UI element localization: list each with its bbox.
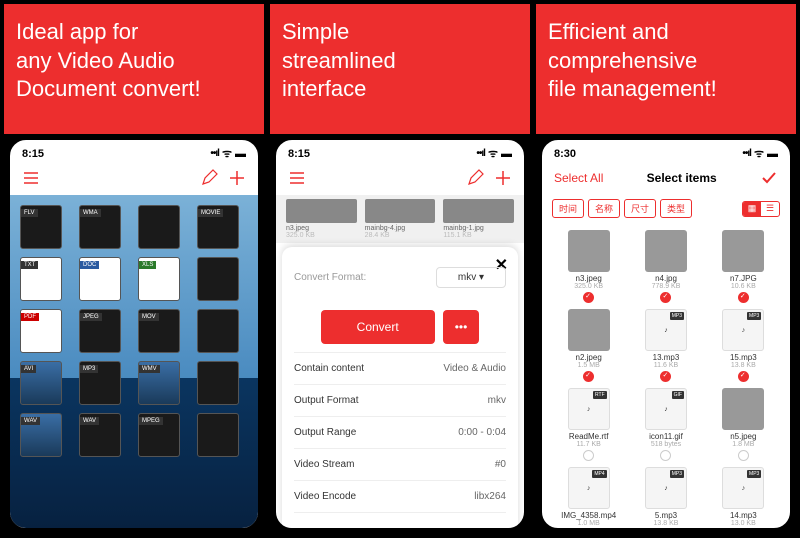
promo-panel-1: Ideal app for any Video Audio Document c… (4, 4, 264, 534)
setting-row[interactable]: Video Stream#0 (294, 449, 506, 481)
toolbar (10, 163, 258, 195)
promo-header-3: Efficient and comprehensive file managem… (536, 4, 796, 134)
sort-pill[interactable]: 时间 (552, 199, 584, 218)
sort-pills: 时间名称尺寸类型 ▦ ☰ (542, 195, 790, 224)
file-item[interactable]: GIF♪icon11.gif518 bytes (629, 388, 702, 461)
edit-icon[interactable] (466, 169, 484, 187)
file-item[interactable]: MP3♪5.mp313.8 KB (629, 467, 702, 528)
more-button[interactable]: ••• (443, 310, 480, 344)
file-item[interactable]: n5.jpeg1.8 MB (707, 388, 780, 461)
selection-bar: Select All Select items (542, 163, 790, 195)
convert-button[interactable]: Convert (321, 310, 435, 344)
select-checkbox[interactable] (660, 292, 671, 303)
sort-pill[interactable]: 名称 (588, 199, 620, 218)
setting-row[interactable]: Video Encodelibx264 (294, 481, 506, 513)
file-type-icon[interactable]: FLV (20, 205, 62, 249)
file-item[interactable]: MP3♪13.mp311.6 KB (629, 309, 702, 382)
select-all-button[interactable]: Select All (554, 171, 603, 185)
promo-panel-2: Simple streamlined interface 8:15 ••ıl ᯤ… (270, 4, 530, 534)
confirm-icon[interactable] (760, 169, 778, 187)
select-checkbox[interactable] (738, 292, 749, 303)
select-checkbox[interactable] (660, 450, 671, 461)
file-type-icon[interactable]: DOC (79, 257, 121, 301)
phone-mock-3: 8:30 ••ıl ᯤ ▬ Select All Select items 时间… (536, 134, 796, 534)
file-type-icon[interactable]: TXT (20, 257, 62, 301)
file-item[interactable]: MP4♪IMG_4358.mp41.0 MB (552, 467, 625, 528)
file-type-icon[interactable] (138, 205, 180, 249)
file-type-icon[interactable] (197, 257, 239, 301)
file-grid[interactable]: n3.jpeg325.0 KBn4.jpg778.9 KBn7.JPG10.6 … (542, 224, 790, 528)
promo-panel-3: Efficient and comprehensive file managem… (536, 4, 796, 534)
file-type-icon[interactable]: WMV (138, 361, 180, 405)
file-type-icon[interactable]: MOV (138, 309, 180, 353)
view-toggle[interactable]: ▦ ☰ (742, 201, 780, 217)
file-type-icon[interactable]: MOVIE (197, 205, 239, 249)
select-checkbox[interactable] (660, 371, 671, 382)
file-type-icon[interactable]: PDF (20, 309, 62, 353)
menu-icon[interactable] (22, 169, 40, 187)
list-view-icon[interactable]: ☰ (761, 202, 779, 216)
clock: 8:15 (22, 148, 44, 160)
menu-icon[interactable] (288, 169, 306, 187)
status-bar: 8:15 ••ıl ᯤ ▬ (276, 140, 524, 163)
file-type-icon[interactable]: WMA (79, 205, 121, 249)
setting-row[interactable]: Output Range0:00 - 0:04 (294, 417, 506, 449)
status-icons: ••ıl ᯤ ▬ (210, 146, 246, 161)
file-item[interactable]: n7.JPG10.6 KB (707, 230, 780, 303)
page-title: Select items (603, 171, 760, 185)
file-type-icon[interactable] (197, 361, 239, 405)
file-item[interactable]: n2.jpeg1.5 MB (552, 309, 625, 382)
format-dropdown[interactable]: mkv ▾ (436, 267, 506, 288)
file-type-icon[interactable]: MPEG (138, 413, 180, 457)
status-icons: ••ıl ᯤ ▬ (476, 146, 512, 161)
thumbnail-item[interactable]: n3.jpeg325.0 KB (286, 199, 357, 239)
promo-header-2: Simple streamlined interface (270, 4, 530, 134)
thumbnail-row: n3.jpeg325.0 KBmainbg-4.jpg28.4 KBmainbg… (276, 195, 524, 243)
file-type-icon[interactable]: AVI (20, 361, 62, 405)
select-checkbox[interactable] (583, 292, 594, 303)
clock: 8:15 (288, 148, 310, 160)
add-icon[interactable] (494, 169, 512, 187)
promo-header-1: Ideal app for any Video Audio Document c… (4, 4, 264, 134)
status-bar: 8:30 ••ıl ᯤ ▬ (542, 140, 790, 163)
status-bar: 8:15 ••ıl ᯤ ▬ (10, 140, 258, 163)
file-type-icon[interactable]: JPEG (79, 309, 121, 353)
file-item[interactable]: MP3♪15.mp313.8 KB (707, 309, 780, 382)
setting-row[interactable]: Output Formatmkv (294, 385, 506, 417)
setting-row[interactable]: Contain contentVideo & Audio (294, 353, 506, 385)
file-grid[interactable]: FLV WMA MOVIE TXT DOC XLS PDF JPEG MOV AVI MP3 WMV W… (10, 195, 258, 528)
thumbnail-item[interactable]: mainbg-1.jpg115.1 KB (443, 199, 514, 239)
sort-pill[interactable]: 类型 (660, 199, 692, 218)
convert-format-label: Convert Format: (294, 272, 366, 283)
phone-mock-2: 8:15 ••ıl ᯤ ▬ n3.jpeg325.0 KBmainbg-4.jp… (270, 134, 530, 534)
toolbar (276, 163, 524, 195)
file-item[interactable]: n4.jpg778.9 KB (629, 230, 702, 303)
add-icon[interactable] (228, 169, 246, 187)
convert-sheet: ✕ Convert Format: mkv ▾ Convert ••• Cont… (282, 247, 518, 528)
file-item[interactable]: RTF♪ReadMe.rtf11.7 KB (552, 388, 625, 461)
thumbnail-item[interactable]: mainbg-4.jpg28.4 KB (365, 199, 436, 239)
select-checkbox[interactable] (738, 450, 749, 461)
file-item[interactable]: n3.jpeg325.0 KB (552, 230, 625, 303)
select-checkbox[interactable] (583, 371, 594, 382)
file-type-icon[interactable]: WAV (20, 413, 62, 457)
grid-view-icon[interactable]: ▦ (743, 202, 761, 216)
phone-mock-1: 8:15 ••ıl ᯤ ▬ FLV WMA MOVIE TXT DOC XLS PDF JPE… (4, 134, 264, 534)
file-type-icon[interactable]: XLS (138, 257, 180, 301)
select-checkbox[interactable] (583, 450, 594, 461)
file-type-icon[interactable] (197, 309, 239, 353)
select-checkbox[interactable] (738, 371, 749, 382)
file-item[interactable]: MP3♪14.mp313.0 KB (707, 467, 780, 528)
edit-icon[interactable] (200, 169, 218, 187)
file-type-icon[interactable] (197, 413, 239, 457)
file-type-icon[interactable]: MP3 (79, 361, 121, 405)
clock: 8:30 (554, 148, 576, 160)
file-type-icon[interactable]: WAV (79, 413, 121, 457)
status-icons: ••ıl ᯤ ▬ (742, 146, 778, 161)
sort-pill[interactable]: 尺寸 (624, 199, 656, 218)
